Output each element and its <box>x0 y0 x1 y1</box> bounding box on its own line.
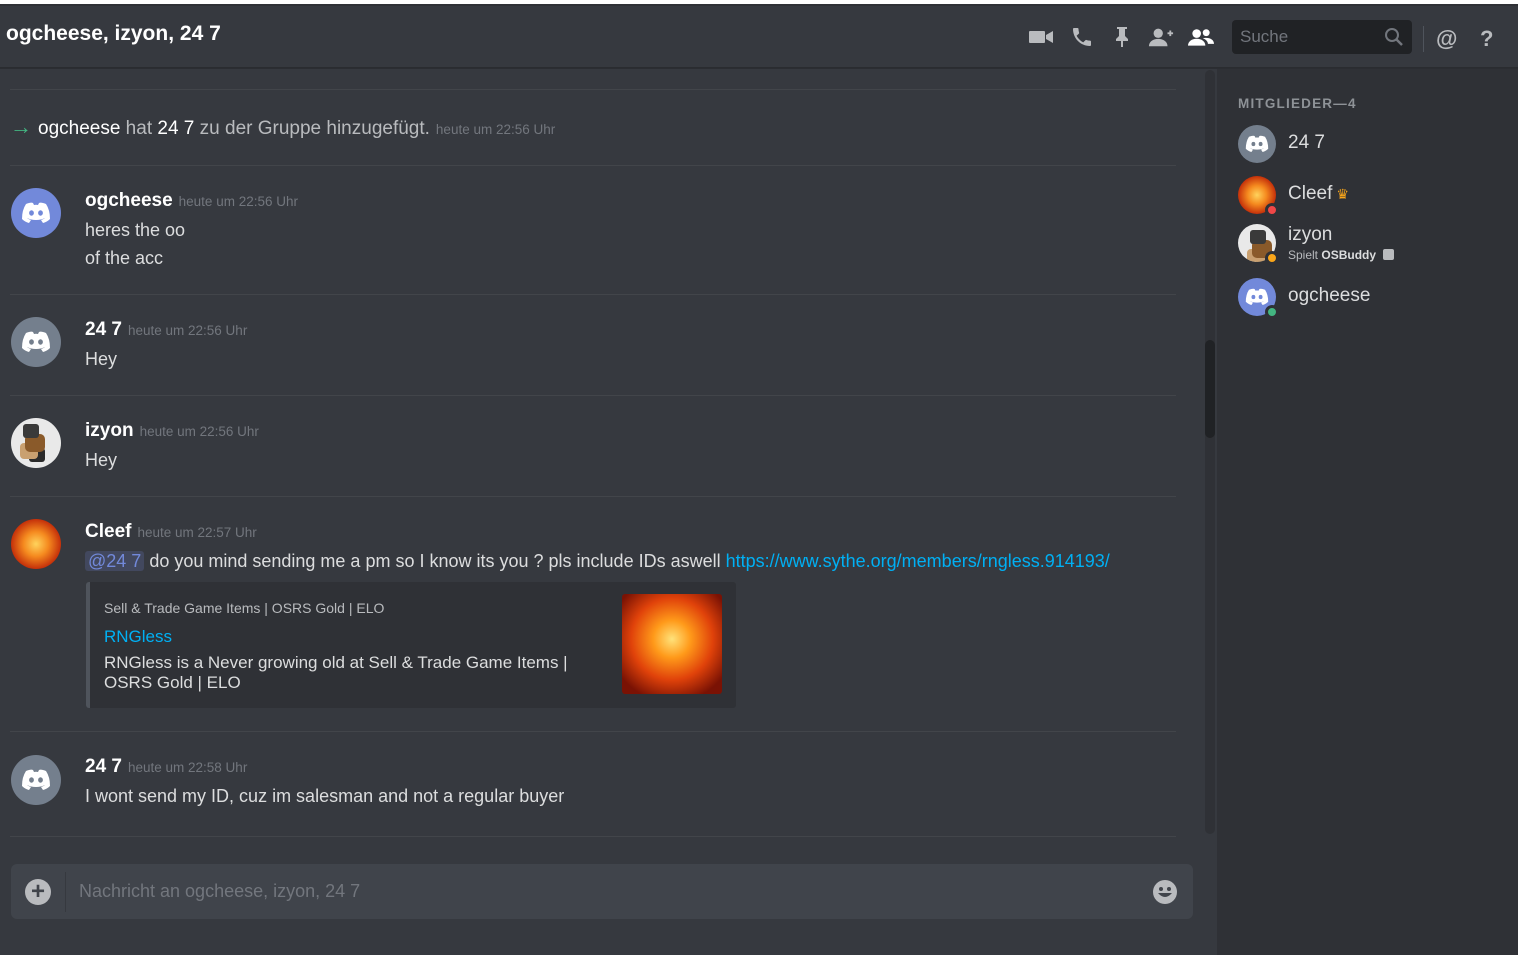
activity-prefix: Spielt <box>1288 248 1322 262</box>
channel-title: ogcheese, izyon, 24 7 <box>6 22 221 45</box>
avatar <box>1238 278 1279 319</box>
system-text: hat <box>120 118 158 139</box>
member-name: izyon <box>1288 224 1333 245</box>
message-divider <box>10 294 1176 295</box>
avatar <box>1238 224 1279 265</box>
member-item[interactable]: ogcheese <box>1238 278 1508 322</box>
chat-scrollbar[interactable] <box>1205 70 1215 834</box>
message-body: do you mind sending me a pm so I know it… <box>144 551 726 571</box>
member-list-icon[interactable] <box>1188 24 1214 50</box>
timestamp: heute um 22:56 Uhr <box>178 194 298 209</box>
message-divider <box>10 496 1176 497</box>
author-name[interactable]: 24 7 <box>85 756 122 777</box>
crown-icon: ♛ <box>1336 186 1349 202</box>
search-input[interactable] <box>1232 20 1382 54</box>
video-call-icon[interactable] <box>1028 24 1054 50</box>
upload-plus-icon[interactable]: + <box>25 879 51 905</box>
member-item[interactable]: izyon Spielt OSBuddy <box>1238 224 1508 268</box>
chat-scrollbar-thumb[interactable] <box>1205 340 1215 438</box>
embed-title[interactable]: RNGless <box>104 627 172 647</box>
phone-icon[interactable] <box>1069 24 1095 50</box>
rich-presence-icon <box>1383 249 1395 260</box>
avatar[interactable] <box>11 755 61 805</box>
message-author[interactable]: ogcheese heute um 22:56 Uhr <box>85 190 298 212</box>
discord-logo-icon <box>1245 288 1269 305</box>
member-name-text: Cleef <box>1288 183 1333 204</box>
message-input[interactable] <box>79 864 1139 919</box>
avatar[interactable] <box>11 317 61 367</box>
avatar[interactable] <box>11 519 61 569</box>
member-name: Cleef ♛ <box>1288 183 1349 205</box>
message-composer: + <box>11 864 1193 919</box>
user-mention[interactable]: @24 7 <box>85 551 145 571</box>
system-text-after: zu der Gruppe hinzugefügt. <box>194 118 430 139</box>
avatar[interactable] <box>11 418 61 468</box>
message-divider <box>10 731 1176 732</box>
message-text: heres the oo <box>85 220 186 240</box>
discord-logo-icon <box>22 331 50 352</box>
message-text: I wont send my ID, cuz im salesman and n… <box>85 786 565 806</box>
add-friend-icon[interactable] <box>1148 24 1174 50</box>
member-item[interactable]: 24 7 <box>1238 125 1508 169</box>
channel-header: ogcheese, izyon, 24 7 @ ? <box>0 6 1518 68</box>
member-name: ogcheese <box>1288 285 1371 306</box>
member-list-title: MITGLIEDER—4 <box>1238 96 1357 111</box>
system-actor[interactable]: ogcheese <box>38 118 120 139</box>
member-activity: Spielt OSBuddy <box>1288 248 1395 262</box>
composer-divider <box>65 872 66 912</box>
header-divider <box>1423 26 1424 52</box>
search-box[interactable] <box>1232 20 1412 54</box>
timestamp: heute um 22:56 Uhr <box>435 122 556 137</box>
status-online-indicator <box>1265 305 1279 319</box>
discord-logo-icon <box>22 202 50 223</box>
author-name[interactable]: ogcheese <box>85 190 173 211</box>
discord-logo-icon <box>1245 135 1269 152</box>
message-author[interactable]: 24 7 heute um 22:56 Uhr <box>85 319 247 341</box>
embed-thumbnail[interactable] <box>622 594 722 694</box>
status-dnd-indicator <box>1265 203 1279 217</box>
message-author[interactable]: 24 7 heute um 22:58 Uhr <box>85 756 247 778</box>
avatar <box>1238 176 1279 217</box>
message-text: Hey <box>85 450 118 470</box>
message-text: Hey <box>85 349 118 369</box>
link-embed: Sell & Trade Game Items | OSRS Gold | EL… <box>86 582 736 708</box>
author-name[interactable]: izyon <box>85 420 134 441</box>
message-link[interactable]: https://www.sythe.org/members/rngless.91… <box>726 551 1110 571</box>
member-list: MITGLIEDER—4 24 7 Cleef ♛ izyon Spielt OS… <box>1217 69 1518 955</box>
status-idle-indicator <box>1265 251 1279 265</box>
system-message: → ogcheese hat 24 7 zu der Gruppe hinzuge… <box>10 114 555 140</box>
message-divider <box>10 836 1176 837</box>
embed-provider[interactable]: Sell & Trade Game Items | OSRS Gold | EL… <box>104 600 384 616</box>
message-divider <box>10 89 1176 90</box>
author-name[interactable]: Cleef <box>85 521 131 542</box>
member-item[interactable]: Cleef ♛ <box>1238 176 1508 220</box>
author-name[interactable]: 24 7 <box>85 319 122 340</box>
message-text: @24 7 do you mind sending me a pm so I k… <box>85 551 1110 572</box>
message-author[interactable]: izyon heute um 22:56 Uhr <box>85 420 259 442</box>
activity-game: OSBuddy <box>1321 248 1377 262</box>
message-divider <box>10 165 1176 166</box>
member-name: 24 7 <box>1288 132 1325 153</box>
message-divider <box>10 395 1176 396</box>
message-text: of the acc <box>85 248 164 268</box>
arrow-right-icon: → <box>10 114 32 139</box>
timestamp: heute um 22:56 Uhr <box>139 424 259 439</box>
system-target[interactable]: 24 7 <box>157 118 194 139</box>
message-author[interactable]: Cleef heute um 22:57 Uhr <box>85 521 257 543</box>
emoji-picker-icon[interactable] <box>1151 878 1179 906</box>
discord-logo-icon <box>22 769 50 790</box>
search-icon <box>1385 28 1403 46</box>
mentions-icon[interactable]: @ <box>1436 26 1457 52</box>
avatar[interactable] <box>11 188 61 238</box>
avatar <box>1238 125 1276 163</box>
help-icon[interactable]: ? <box>1480 26 1493 52</box>
timestamp: heute um 22:58 Uhr <box>127 760 248 775</box>
embed-description: RNGless is a Never growing old at Sell &… <box>104 653 568 692</box>
pin-icon[interactable] <box>1109 24 1135 50</box>
timestamp: heute um 22:56 Uhr <box>127 323 248 338</box>
timestamp: heute um 22:57 Uhr <box>137 525 257 540</box>
